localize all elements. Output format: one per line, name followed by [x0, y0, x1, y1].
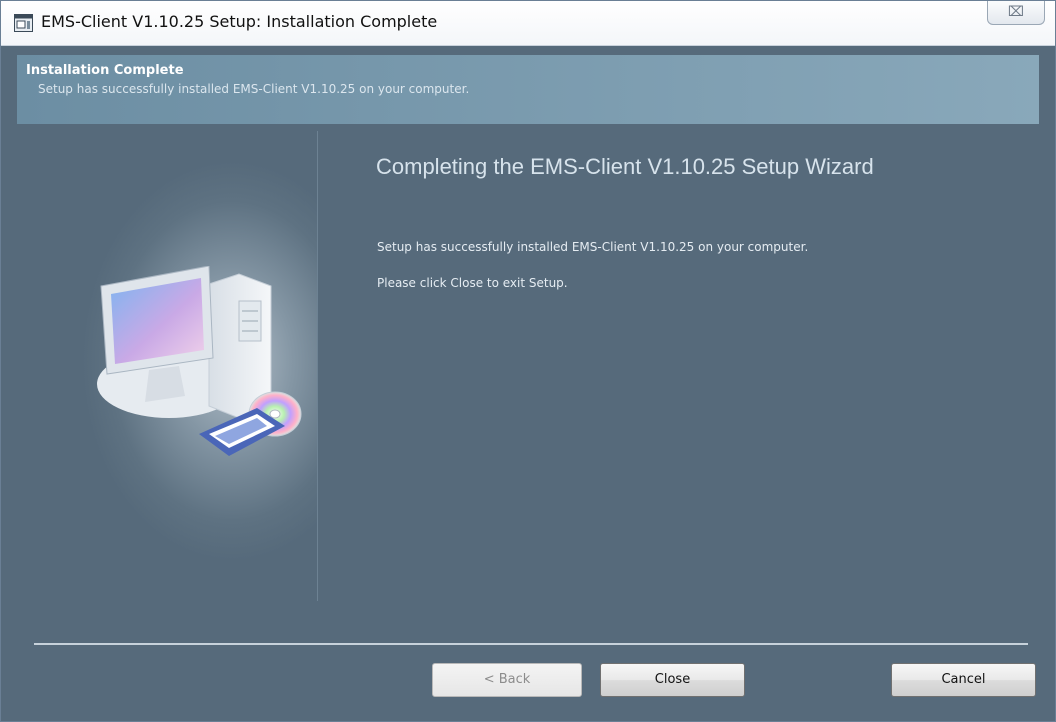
close-button[interactable]: Close [600, 663, 745, 697]
footer-divider [34, 643, 1028, 645]
window-title: EMS-Client V1.10.25 Setup: Installation … [41, 12, 438, 31]
window-close-button[interactable]: ⌧ [987, 1, 1045, 25]
install-success-message: Setup has successfully installed EMS-Cli… [377, 240, 809, 254]
title-bar[interactable]: EMS-Client V1.10.25 Setup: Installation … [1, 1, 1055, 46]
wizard-heading: Completing the EMS-Client V1.10.25 Setup… [376, 154, 874, 179]
exit-instruction-message: Please click Close to exit Setup. [377, 276, 568, 290]
setup-window: EMS-Client V1.10.25 Setup: Installation … [0, 0, 1056, 722]
cancel-button[interactable]: Cancel [891, 663, 1036, 697]
installer-icon [14, 14, 33, 32]
header-title: Installation Complete [26, 63, 184, 78]
back-button[interactable]: < Back [432, 663, 582, 697]
computer-with-cd-illustration [97, 266, 302, 456]
header-subtitle: Setup has successfully installed EMS-Cli… [38, 82, 470, 96]
